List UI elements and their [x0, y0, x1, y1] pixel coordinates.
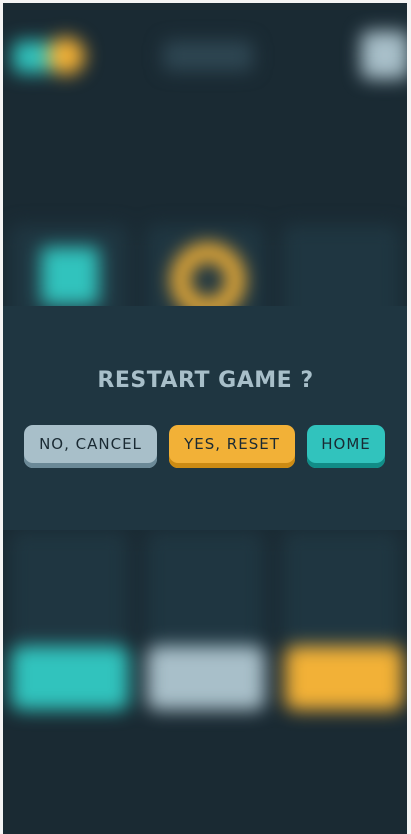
- dialog-title: RESTART GAME ?: [97, 368, 314, 393]
- right-edge: [407, 0, 411, 834]
- left-edge: [0, 0, 3, 834]
- score-x: [11, 646, 129, 710]
- turn-indicator: [163, 41, 253, 71]
- home-button[interactable]: HOME: [307, 425, 385, 468]
- x-mark-icon: [41, 247, 99, 305]
- top-edge: [0, 0, 411, 3]
- cancel-button[interactable]: NO, CANCEL: [24, 425, 157, 468]
- logo-o-icon: [47, 37, 85, 75]
- restart-dialog: [3, 306, 407, 530]
- game-screen: RESTART GAME ? NO, CANCEL YES, RESET HOM…: [0, 0, 411, 834]
- restart-button: [361, 31, 409, 79]
- board-cell: [10, 531, 128, 647]
- reset-button[interactable]: YES, RESET: [169, 425, 295, 468]
- score-o: [285, 646, 403, 710]
- score-ties: [147, 646, 265, 710]
- board-cell: [282, 531, 400, 647]
- board-cell: [146, 531, 264, 647]
